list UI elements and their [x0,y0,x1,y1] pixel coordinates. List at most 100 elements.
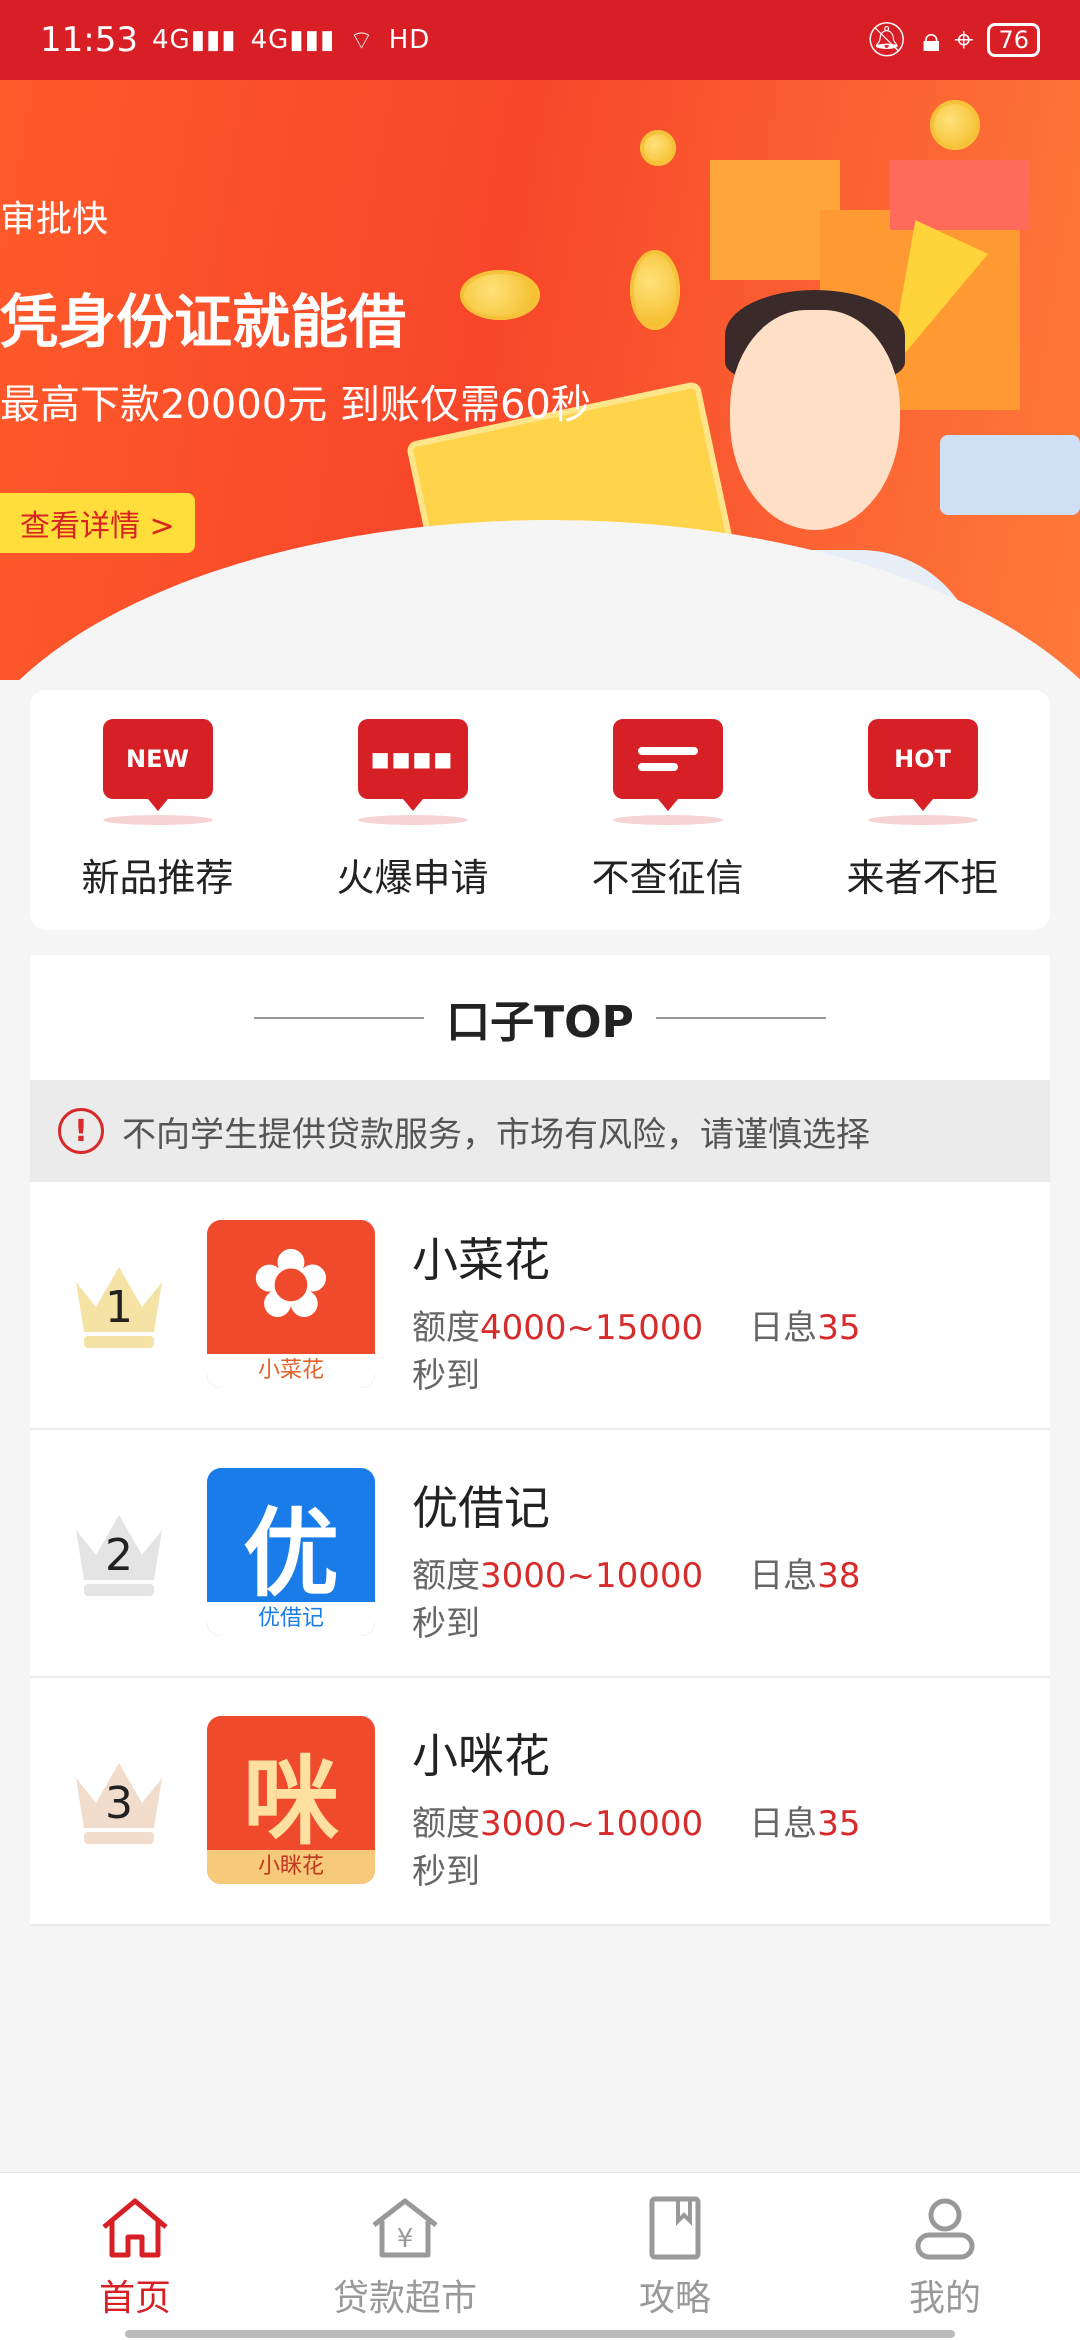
list-item[interactable]: 3 咪 小眯花 小咪花 额度3000~10000 日息35 秒到 [30,1678,1050,1926]
gift-box-shape [890,160,1030,230]
banner-title: 凭身份证就能借 [0,288,407,356]
divider [254,1016,425,1019]
you-logo-icon: 优 [243,1498,339,1610]
rank-number: 1 [105,1282,133,1333]
app-name: 优借记 [412,1481,550,1535]
rate-value: 38 [817,1556,861,1596]
logo-caption: 优借记 [207,1602,375,1636]
dots-badge-icon: ■■■■ [357,718,468,811]
signal-icon: 4G▮▮▮ [151,25,237,55]
icon-shadow [102,814,213,825]
location-icon: ⌖ [954,20,974,60]
amount-label: 额度 [412,1556,480,1596]
list-item[interactable]: 2 优 优借记 优借记 额度3000~10000 日息38 秒到 [30,1430,1050,1678]
hd-icon: HD [388,25,431,55]
top-list-header: 口子TOP [30,955,1050,1080]
lock-icon: 🔒︎ [922,20,941,60]
lines-badge-icon [612,718,723,811]
coin-icon [460,270,540,320]
guide-book-icon [649,2196,701,2260]
loan-meta: 额度4000~15000 日息35 [412,1300,860,1349]
crown-rank-icon: 1 [66,1252,172,1352]
notice-text: 不向学生提供贷款服务，市场有风险，请谨慎选择 [122,1114,870,1155]
tab-label: 首页 [98,2278,171,2319]
promo-banner[interactable]: 审批快 凭身份证就能借 最高下款20000元 到账仅需60秒 查看详情 > [0,80,1080,680]
mute-bell-icon: 🔕︎ [865,20,909,60]
payout-speed: 秒到 [412,1604,480,1644]
top-list-title: 口子TOP [446,996,634,1048]
warning-icon: ! [58,1108,104,1154]
coin-icon [630,250,680,330]
mi-logo-icon: 咪 [243,1746,339,1858]
amount-label: 额度 [412,1308,480,1348]
rate-label: 日息 [749,1804,818,1844]
man-illustration [730,310,900,530]
status-time: 11:53 [40,20,138,60]
logo-caption: 小菜花 [207,1354,375,1388]
tab-label: 贷款超市 [332,2278,477,2319]
home-icon [102,2198,168,2258]
list-item[interactable]: 1 ✿ 小菜花 小菜花 额度4000~15000 日息35 秒到 [30,1182,1050,1430]
category-no-credit-check[interactable]: 不查征信 [540,690,795,930]
loan-market-icon: ¥ [372,2198,438,2258]
logo-caption: 小眯花 [207,1850,375,1884]
new-badge-icon: NEW [102,718,213,811]
battery-icon: 76 [987,23,1040,57]
crown-rank-icon: 2 [66,1500,172,1600]
app-name: 小菜花 [412,1233,550,1287]
tab-home[interactable]: 首页 [0,2173,270,2340]
loan-meta: 额度3000~10000 日息38 [412,1548,860,1597]
id-card-icon [940,435,1080,515]
signal-icon-2: 4G▮▮▮ [250,25,336,55]
hot-badge-text: HOT [894,744,951,773]
app-logo: ✿ 小菜花 [207,1220,375,1388]
app-logo: 咪 小眯花 [207,1716,375,1884]
profile-icon [915,2198,975,2260]
tab-label: 攻略 [638,2278,711,2319]
category-grid: NEW 新品推荐 ■■■■ 火爆申请 不查征信 HOT 来者不拒 [30,690,1050,930]
amount-value: 3000~10000 [480,1804,704,1844]
rank-number: 3 [105,1778,133,1829]
signal-label-2: 4G [250,25,290,55]
tab-profile[interactable]: 我的 [810,2173,1080,2340]
icon-shadow [612,814,723,825]
category-all-welcome[interactable]: HOT 来者不拒 [795,690,1050,930]
category-label: 不查征信 [591,855,744,900]
rate-label: 日息 [749,1308,818,1348]
tab-loan-market[interactable]: ¥ 贷款超市 [270,2173,540,2340]
wifi-icon: ⌔ [349,25,375,56]
category-label: 火爆申请 [336,855,489,900]
new-badge-text: NEW [126,744,189,773]
hot-badge-icon: HOT [867,718,978,811]
payout-speed: 秒到 [412,1356,480,1396]
bottom-nav: 首页 ¥ 贷款超市 攻略 我的 [0,2172,1080,2340]
rate-label: 日息 [749,1556,818,1596]
loan-meta: 额度3000~10000 日息35 [412,1796,860,1845]
risk-notice: ! 不向学生提供贷款服务，市场有风险，请谨慎选择 [30,1080,1050,1182]
banner-detail-button[interactable]: 查看详情 > [0,493,195,553]
rank-number: 2 [105,1530,133,1581]
signal-label-1: 4G [151,25,191,55]
tab-guide[interactable]: 攻略 [540,2173,810,2340]
tab-label: 我的 [908,2278,981,2319]
icon-shadow [357,814,468,825]
app-logo: 优 优借记 [207,1468,375,1636]
amount-value: 4000~15000 [480,1308,704,1348]
category-hot-apply[interactable]: ■■■■ 火爆申请 [285,690,540,930]
banner-tagline: 审批快 [0,199,109,240]
flower-logo-icon: ✿ [250,1228,332,1340]
top-list: 口子TOP ! 不向学生提供贷款服务，市场有风险，请谨慎选择 1 ✿ 小菜花 小… [30,955,1050,1926]
category-new[interactable]: NEW 新品推荐 [30,690,285,930]
rate-value: 35 [817,1308,861,1348]
divider [655,1016,826,1019]
rate-value: 35 [817,1804,861,1844]
svg-text:¥: ¥ [397,2224,414,2254]
crown-rank-icon: 3 [66,1748,172,1848]
amount-value: 3000~10000 [480,1556,704,1596]
icon-shadow [867,814,978,825]
banner-subtitle: 最高下款20000元 到账仅需60秒 [0,382,591,428]
amount-label: 额度 [412,1804,480,1844]
coin-icon [640,130,676,166]
gesture-bar[interactable] [125,2330,955,2338]
category-label: 来者不拒 [846,855,999,900]
